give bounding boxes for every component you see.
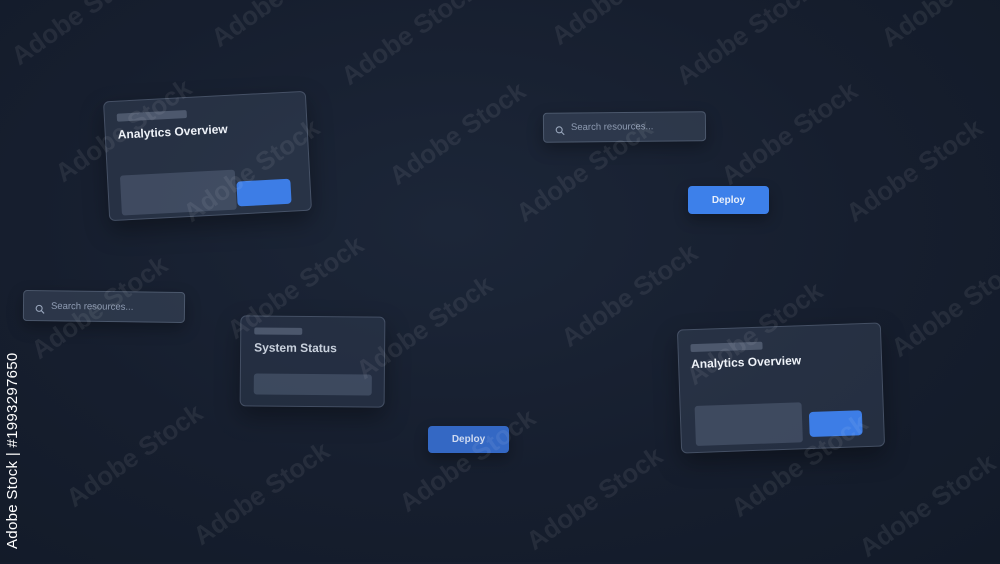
card-content-block [119,169,237,216]
watermark: Adobe Stock [885,247,1000,363]
stock-id-label: Adobe Stock | #1993297650 [4,352,21,549]
card-action-button[interactable] [236,178,292,207]
watermark: Adobe Stock [187,435,335,551]
watermark: Adobe Stock [5,0,153,71]
system-status-card: System Status [239,315,386,408]
watermark: Adobe Stock [393,402,541,518]
card-content-block [253,373,372,396]
search-placeholder: Search resources... [570,121,654,134]
watermark: Adobe Stock [335,0,483,91]
watermark: Adobe Stock [840,112,988,228]
card-title: Analytics Overview [690,353,802,372]
card-title: System Status [254,340,337,356]
watermark: Adobe Stock [853,447,1000,563]
search-placeholder: Search resources... [50,300,134,313]
watermark: Adobe Stock [875,0,1000,54]
card-header-bar [690,341,763,353]
watermark: Adobe Stock [60,397,208,513]
search-bar-2[interactable]: Search resources... [22,290,186,323]
deploy-button[interactable]: Deploy [688,186,769,214]
watermark: Adobe Stock [715,75,863,191]
search-icon [555,123,565,136]
card-action-button[interactable] [808,410,863,438]
card-header-bar [116,110,187,122]
deploy-button-2[interactable]: Deploy [428,426,509,453]
watermark: Adobe Stock [520,440,668,556]
analytics-overview-card-2: Analytics Overview [676,322,886,454]
search-bar[interactable]: Search resources... [542,111,707,143]
search-icon [35,301,45,314]
watermark: Adobe Stock [670,0,818,91]
watermark: Adobe Stock [205,0,353,54]
watermark: Adobe Stock [383,75,531,191]
watermark: Adobe Stock [545,0,693,52]
card-header-bar [254,327,303,335]
card-content-block [694,402,803,447]
card-title: Analytics Overview [117,121,229,142]
analytics-overview-card: Analytics Overview [102,90,313,222]
